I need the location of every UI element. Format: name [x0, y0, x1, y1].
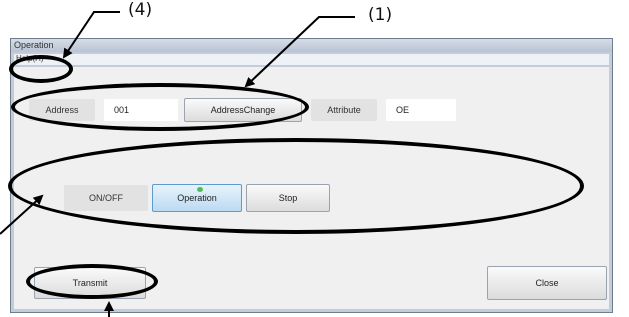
arrow-callout-4	[62, 11, 120, 59]
callout-arrows	[0, 11, 355, 317]
arrow-left-offscreen	[0, 194, 44, 235]
arrow-callout-1	[244, 16, 355, 88]
